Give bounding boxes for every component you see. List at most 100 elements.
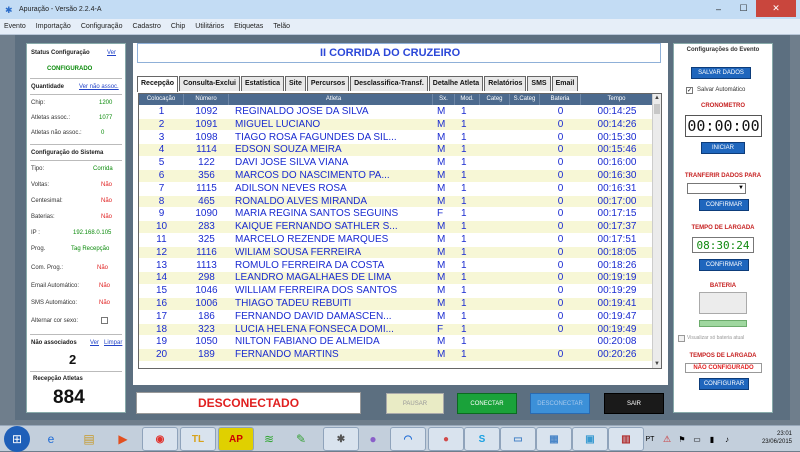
tray-volume-icon[interactable]: ♪ (720, 429, 734, 449)
taskbar-clock[interactable]: 23:01 23/06/2015 (762, 430, 792, 446)
tab-estatistica[interactable]: Estatística (240, 76, 285, 91)
scroll-down-arrow-icon[interactable]: ▼ (654, 361, 660, 367)
col-subcategoria[interactable]: S.Categ (510, 94, 540, 105)
col-numero[interactable]: Número (184, 94, 229, 105)
voltas-label: Voltas: (31, 182, 50, 188)
col-modalidade[interactable]: Mod. (455, 94, 480, 105)
conectar-button[interactable]: CONECTAR (457, 393, 517, 414)
minimize-button[interactable]: – (706, 0, 731, 17)
skype-icon[interactable]: S (464, 427, 500, 451)
table-row[interactable]: 17 186 FERNANDO DAVID DAMASCEN... M 1 0 00:19:… (139, 311, 653, 323)
table-row[interactable]: 12 1116 WILIAM SOUSA FERREIRA M 1 0 00:18:05 (139, 246, 653, 259)
tab-site[interactable]: Site (285, 76, 306, 91)
language-indicator[interactable]: PT (643, 429, 657, 449)
green-app-icon[interactable]: ✎ (290, 429, 312, 449)
tab-recepcao[interactable]: Recepção (137, 76, 179, 92)
table-row[interactable]: 9 1090 MARIA REGINA SANTOS SEGUINS F 1 0 00:17… (139, 208, 653, 220)
menu-configuracao[interactable]: Configuração (81, 23, 123, 30)
lightbulb-icon[interactable]: ● (362, 429, 384, 449)
table-row[interactable]: 4 1114 EDSON SOUZA MEIRA M 1 0 00:15:46 (139, 144, 653, 156)
col-categoria[interactable]: Categ (480, 94, 510, 105)
table-row[interactable]: 6 356 MARCOS DO NASCIMENTO PA... M 1 0 00:16:3… (139, 170, 653, 182)
table-row[interactable]: 5 122 DAVI JOSE SILVA VIANA M 1 0 00:16:00 (139, 157, 653, 169)
red-dot-app-icon[interactable]: ● (428, 427, 464, 451)
ap-app-button[interactable]: AP (218, 427, 254, 451)
wifi-app-icon[interactable]: ◠ (390, 427, 426, 451)
cell-colocacao: 9 (158, 208, 165, 220)
winrar-icon[interactable]: ▥ (608, 427, 644, 451)
tray-display-icon[interactable]: ▭ (690, 429, 704, 449)
col-sexo[interactable]: Sx. (433, 94, 455, 105)
tab-detalhe-atleta[interactable]: Detalhe Atleta (428, 76, 484, 91)
confirmar-largada-button[interactable]: CONFIRMAR (699, 259, 749, 271)
scroll-up-arrow-icon[interactable]: ▲ (654, 95, 660, 101)
scroll-thumb[interactable] (654, 104, 660, 114)
ie-browser-icon[interactable]: e (40, 429, 62, 449)
table-row[interactable]: 13 1113 ROMULO FERREIRA DA COSTA M 1 0 00:18:2… (139, 260, 653, 272)
maximize-button[interactable]: ☐ (731, 0, 756, 17)
menu-importacao[interactable]: Importação (36, 23, 71, 30)
chrome-icon[interactable]: ◉ (142, 427, 178, 451)
iniciar-button[interactable]: INICIAR (701, 142, 745, 154)
table-row[interactable]: 14 298 LEANDRO MAGALHAES DE LIMA M 1 0 00:19:1… (139, 272, 653, 284)
tab-relatorios[interactable]: Relatórios (484, 76, 527, 91)
table-scrollbar[interactable]: ▲ ▼ (652, 94, 661, 368)
file-explorer-icon[interactable]: ▤ (78, 429, 100, 449)
transferir-select[interactable]: ▼ (687, 183, 746, 194)
salvar-automatico-checkbox[interactable]: ✓ (686, 87, 693, 94)
calculator-icon[interactable]: ▦ (536, 427, 572, 451)
table-row[interactable]: 8 465 RONALDO ALVES MIRANDA M 1 0 00:17:00 (139, 195, 653, 208)
tl-app-button[interactable]: TL (180, 427, 216, 451)
baterias-label: Baterias: (31, 214, 55, 220)
media-player-icon[interactable]: ▶ (112, 429, 134, 449)
confirmar-transfer-button[interactable]: CONFIRMAR (699, 199, 749, 211)
table-row[interactable]: 2 1091 MIGUEL LUCIANO M 1 0 00:14:26 (139, 118, 653, 131)
table-row[interactable]: 10 283 KAIQUE FERNANDO SATHLER S... M 1 0 00:1… (139, 221, 653, 233)
table-row[interactable]: 16 1006 THIAGO TADEU REBUITI M 1 0 00:19:41 (139, 298, 653, 310)
sair-button[interactable]: SAIR (604, 393, 664, 414)
tab-consulta-exclui[interactable]: Consulta-Exclui (179, 76, 240, 91)
voltas-value: Não (101, 182, 113, 188)
visualizar-bateria-checkbox[interactable] (678, 335, 685, 342)
tray-flag-icon[interactable]: ⚑ (675, 429, 689, 449)
col-atleta[interactable]: Atleta (229, 94, 433, 105)
col-tempo[interactable]: Tempo (581, 94, 653, 105)
ver-nao-assoc-link[interactable]: Ver não assoc. (79, 84, 119, 90)
table-row[interactable]: 20 189 FERNANDO MARTINS M 1 0 00:20:26 (139, 349, 653, 361)
runner-app-icon[interactable]: ✱ (323, 427, 359, 451)
table-row[interactable]: 15 1046 WILLIAM FERREIRA DOS SANTOS M 1 0 00:1… (139, 285, 653, 297)
pausar-button[interactable]: PAUSAR (386, 393, 444, 414)
windows-start-icon[interactable]: ⊞ (4, 426, 30, 452)
window-app-icon[interactable]: ▭ (500, 427, 536, 451)
menu-cadastro[interactable]: Cadastro (132, 23, 160, 30)
nao-assoc-limpar-link[interactable]: Limpar (104, 340, 122, 346)
nao-assoc-ver-link[interactable]: Ver (90, 340, 99, 346)
close-button[interactable]: ✕ (756, 0, 796, 17)
table-row[interactable]: 11 325 MARCELO REZENDE MARQUES M 1 0 00:17:51 (139, 234, 653, 246)
table-row[interactable]: 19 1050 NILTON FABIANO DE ALMEIDA M 1 00:20:0… (139, 336, 653, 348)
tray-alert-icon[interactable]: ⚠ (660, 429, 674, 449)
menu-chip[interactable]: Chip (171, 23, 185, 30)
tab-percursos[interactable]: Percursos (306, 76, 350, 91)
col-bateria[interactable]: Bateria (540, 94, 581, 105)
network-signal-icon[interactable]: ≋ (258, 429, 280, 449)
alternar-cor-checkbox[interactable] (101, 317, 108, 324)
table-row[interactable]: 3 1098 TIAGO ROSA FAGUNDES DA SIL... M 1 0 00:… (139, 132, 653, 144)
col-colocacao[interactable]: Colocação (139, 94, 184, 105)
menu-utilitarios[interactable]: Utilitários (195, 23, 224, 30)
menu-etiquetas[interactable]: Etiquetas (234, 23, 263, 30)
image-app-icon[interactable]: ▣ (572, 427, 608, 451)
tab-desclassifica-transf[interactable]: Desclassifica-Transf. (350, 76, 428, 91)
table-row[interactable]: 18 323 LUCIA HELENA FONSECA DOMI... F 1 0 00:1… (139, 323, 653, 336)
tab-sms[interactable]: SMS (527, 76, 551, 91)
tray-network-icon[interactable]: ▮ (705, 429, 719, 449)
desconectar-button[interactable]: DESCONECTAR (530, 393, 590, 414)
configurar-button[interactable]: CONFIGURAR (699, 378, 749, 390)
menu-telao[interactable]: Telão (273, 23, 290, 30)
status-config-ver-link[interactable]: Ver (107, 50, 116, 56)
salvar-dados-button[interactable]: SALVAR DADOS (691, 67, 751, 79)
tab-email[interactable]: Email (551, 76, 579, 91)
menu-evento[interactable]: Evento (4, 23, 26, 30)
table-row[interactable]: 7 1115 ADILSON NEVES ROSA M 1 0 00:16:31 (139, 183, 653, 195)
table-row[interactable]: 1 1092 REGINALDO JOSE DA SILVA M 1 0 00:14:25 (139, 106, 653, 118)
